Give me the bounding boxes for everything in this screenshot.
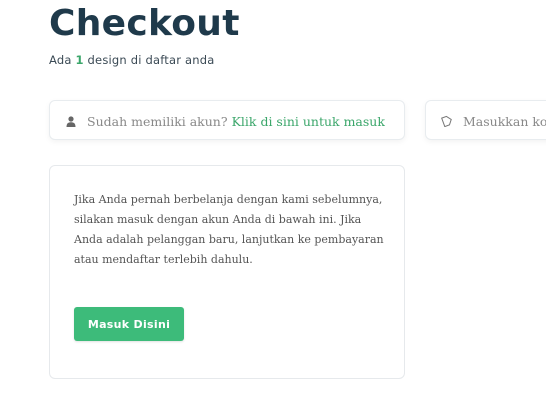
cart-summary: Ada 1 design di daftar anda [49, 53, 215, 67]
coupon-link[interactable]: Masukkan kod [463, 114, 546, 129]
tag-icon [441, 115, 453, 127]
coupon-notice-bar: Masukkan kod [425, 100, 546, 140]
login-link[interactable]: Klik di sini untuk masuk [232, 114, 385, 129]
login-notice-text: Sudah memiliki akun? [87, 113, 228, 129]
cart-summary-prefix: Ada [49, 53, 72, 67]
user-icon [65, 115, 77, 127]
login-info-text: Jika Anda pernah berbelanja dengan kami … [74, 193, 384, 266]
login-info-card: Jika Anda pernah berbelanja dengan kami … [49, 165, 405, 379]
login-notice-bar: Sudah memiliki akun? Klik di sini untuk … [49, 100, 405, 140]
cart-design-count: 1 [75, 53, 84, 67]
page-title: Checkout [49, 3, 240, 44]
cart-summary-suffix: design di daftar anda [87, 53, 215, 67]
login-button[interactable]: Masuk Disini [74, 307, 184, 341]
